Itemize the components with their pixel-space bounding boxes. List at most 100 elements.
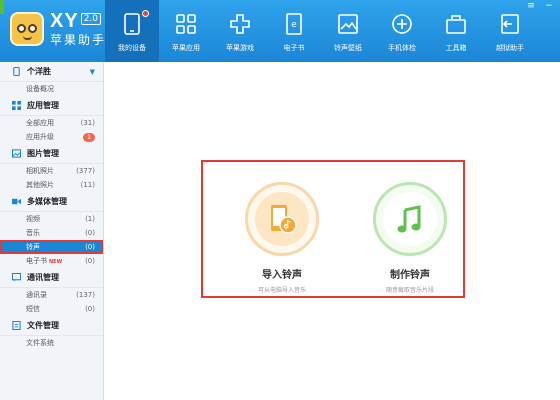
item-label: 全部应用: [26, 119, 54, 127]
item-label: 相机照片: [26, 167, 54, 175]
make-ringtone-title: 制作铃声: [390, 270, 430, 281]
nav-label: 苹果应用: [172, 44, 200, 52]
top-bar: XY 2.0 苹果助手 我的设备 苹果应用 苹果游戏 e 电子书 铃声壁纸 手机体…: [0, 0, 560, 62]
device-icon: [124, 13, 140, 35]
nav-ringtone-wallpaper[interactable]: 铃声壁纸: [321, 0, 375, 62]
item-count: (31): [80, 119, 95, 127]
sidebar-item-music[interactable]: 音乐 (0): [0, 226, 103, 240]
version-badge: 2.0: [80, 13, 102, 25]
section-title: 应用管理: [27, 101, 59, 110]
window-edge-accent: [0, 0, 4, 14]
brand: XY 2.0 苹果助手: [50, 10, 106, 48]
item-label: 铃声: [26, 243, 40, 251]
file-icon: [12, 321, 21, 330]
minimize-button[interactable]: −: [540, 0, 558, 12]
nav-phone-checkup[interactable]: 手机体检: [375, 0, 429, 62]
nav-apple-apps[interactable]: 苹果应用: [159, 0, 213, 62]
video-camera-icon: [12, 197, 21, 206]
ringtone-wallpaper-icon: [338, 14, 358, 34]
nav-label: 工具箱: [445, 44, 467, 52]
music-note-icon: [397, 205, 421, 233]
item-count: (377): [76, 167, 95, 175]
item-label: 音乐: [26, 229, 40, 237]
sidebar: 个洋胜 ▼ 设备概况 应用管理 全部应用 (31) 应用升级 1 图片管理 相机照片…: [0, 62, 104, 400]
picture-icon: [12, 149, 21, 158]
sidebar-item-app-upgrade[interactable]: 应用升级 1: [0, 130, 103, 144]
notification-dot: [142, 10, 149, 17]
sidebar-item-video[interactable]: 视频 (1): [0, 212, 103, 226]
item-label: 文件系统: [26, 339, 54, 347]
sidebar-item-filesystem[interactable]: 文件系统: [0, 336, 103, 350]
sidebar-section-files: 文件管理: [0, 316, 103, 336]
item-count: (1): [85, 215, 95, 223]
sidebar-item-device-overview[interactable]: 设备概况: [0, 82, 103, 96]
ebook-icon: e: [286, 13, 302, 35]
sidebar-item-sms[interactable]: 短信 (0): [0, 302, 103, 316]
apps-grid-icon: [12, 101, 21, 110]
brand-name: XY: [50, 10, 79, 32]
sidebar-item-ringtone[interactable]: 铃声 (0): [0, 240, 103, 254]
sidebar-section-apps: 应用管理: [0, 96, 103, 116]
apps-icon: [176, 14, 196, 34]
main-nav: 我的设备 苹果应用 苹果游戏 e 电子书 铃声壁纸 手机体检 工具箱 越狱助手: [105, 0, 537, 62]
section-title: 图片管理: [27, 149, 59, 158]
sidebar-item-contacts[interactable]: 通讯录 (137): [0, 288, 103, 302]
import-ringtone-button[interactable]: 导入铃声 可从电脑导入音乐: [227, 182, 337, 294]
item-count: (0): [85, 229, 95, 237]
item-label: 短信: [26, 305, 40, 313]
sidebar-section-photos: 图片管理: [0, 144, 103, 164]
item-count: (0): [85, 243, 95, 251]
nav-apple-games[interactable]: 苹果游戏: [213, 0, 267, 62]
item-label: 其他照片: [26, 181, 54, 189]
sidebar-section-device[interactable]: 个洋胜 ▼: [0, 62, 103, 82]
make-ringtone-inner: [383, 192, 437, 246]
nav-ebooks[interactable]: e 电子书: [267, 0, 321, 62]
make-ringtone-circle: [373, 182, 447, 256]
nav-my-device[interactable]: 我的设备: [105, 0, 159, 62]
sidebar-item-other-photos[interactable]: 其他照片 (11): [0, 178, 103, 192]
item-count: (0): [85, 305, 95, 313]
import-ringtone-inner: [255, 192, 309, 246]
sidebar-item-camera-photos[interactable]: 相机照片 (377): [0, 164, 103, 178]
jailbreak-icon: [501, 14, 519, 34]
toolbox-icon: [446, 15, 466, 34]
menu-button[interactable]: ≡: [522, 0, 540, 12]
item-label: 通讯录: [26, 291, 47, 299]
section-title: 个洋胜: [27, 67, 51, 76]
new-tag: NEW: [49, 259, 63, 265]
sidebar-section-media: 多媒体管理: [0, 192, 103, 212]
item-count: (137): [76, 291, 95, 299]
nav-label: 苹果游戏: [226, 44, 254, 52]
item-label: 视频: [26, 215, 40, 223]
sidebar-item-ebook[interactable]: 电子书 NEW (0): [0, 254, 103, 268]
import-ringtone-subtitle: 可从电脑导入音乐: [257, 287, 306, 294]
chevron-down-icon[interactable]: ▼: [90, 68, 95, 76]
nav-label: 越狱助手: [496, 44, 524, 52]
section-title: 文件管理: [27, 321, 59, 330]
item-count: (11): [80, 181, 95, 189]
app-logo: [10, 12, 44, 46]
nav-toolbox[interactable]: 工具箱: [429, 0, 483, 62]
nav-label: 手机体检: [388, 44, 416, 52]
nav-label: 我的设备: [118, 44, 146, 52]
games-icon: [230, 14, 250, 34]
ringtone-actions-panel: 导入铃声 可从电脑导入音乐 制作铃声 随意截取音乐片段: [201, 160, 465, 298]
main-content: 导入铃声 可从电脑导入音乐 制作铃声 随意截取音乐片段: [105, 62, 560, 400]
import-ringtone-circle: [245, 182, 319, 256]
app-name: 苹果助手: [50, 33, 107, 47]
phone-icon: [12, 67, 21, 76]
item-label: 设备概况: [26, 85, 54, 93]
nav-label: 电子书: [283, 44, 305, 52]
upgrade-badge: 1: [83, 132, 95, 142]
section-title: 多媒体管理: [27, 197, 67, 206]
import-music-icon: [271, 205, 297, 234]
item-label: 应用升级: [26, 133, 54, 141]
sidebar-section-comm: 通讯管理: [0, 268, 103, 288]
checkup-icon: [392, 14, 412, 34]
sidebar-item-all-apps[interactable]: 全部应用 (31): [0, 116, 103, 130]
make-ringtone-subtitle: 随意截取音乐片段: [385, 287, 434, 294]
section-title: 通讯管理: [27, 273, 59, 282]
make-ringtone-button[interactable]: 制作铃声 随意截取音乐片段: [355, 182, 465, 294]
svg-text:e: e: [291, 20, 297, 30]
item-count: (0): [85, 257, 95, 265]
